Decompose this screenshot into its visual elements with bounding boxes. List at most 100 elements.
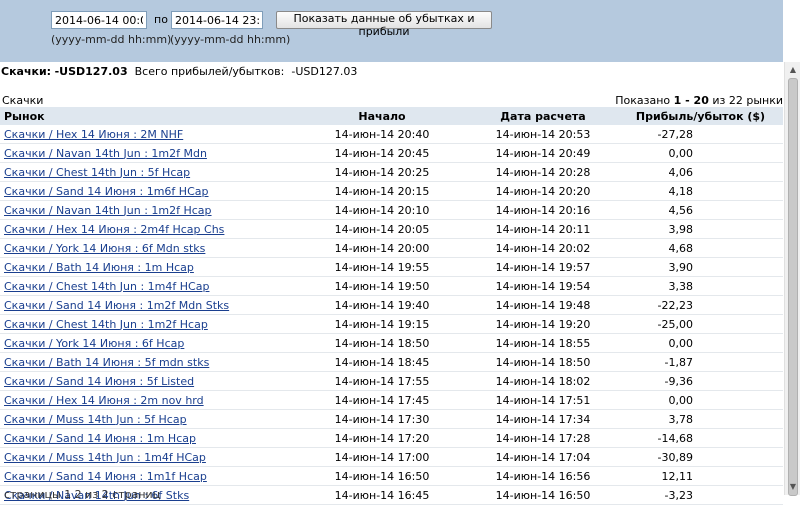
settled-time-cell: 14-июн-14 20:53	[468, 125, 618, 144]
column-header-settled[interactable]: Дата расчета	[468, 107, 618, 125]
start-date-input[interactable]	[51, 11, 147, 29]
table-row: Скачки / Chest 14th Jun : 1m2f Hcap 14-ию…	[0, 314, 783, 334]
market-link[interactable]: Скачки / Bath 14 Июня : 1m Hcap	[4, 261, 194, 274]
market-link[interactable]: Скачки / Navan 14th Jun : 1m2f Mdn	[4, 147, 207, 160]
settled-time-cell: 14-июн-14 19:54	[468, 276, 618, 296]
settled-time-cell: 14-июн-14 17:51	[468, 390, 618, 410]
shown-range: 1 - 20	[673, 94, 709, 107]
start-time-cell: 14-июн-14 20:10	[296, 200, 468, 220]
market-link[interactable]: Скачки / Sand 14 Июня : 1m1f Hcap	[4, 470, 207, 483]
market-cell: Скачки / Hex 14 Июня : 2M NHF	[0, 125, 296, 144]
market-cell: Скачки / Chest 14th Jun : 1m2f Hcap	[0, 314, 296, 334]
shown-count: Показано 1 - 20 из 22 рынки	[615, 94, 783, 107]
profit-loss-cell: -9,36	[618, 371, 783, 391]
profit-loss-cell: -14,68	[618, 428, 783, 448]
profit-loss-cell: 12,11	[618, 466, 783, 486]
market-cell: Скачки / Bath 14 Июня : 5f mdn stks	[0, 352, 296, 372]
start-time-cell: 14-июн-14 16:50	[296, 466, 468, 486]
market-link[interactable]: Скачки / Hex 14 Июня : 2M NHF	[4, 128, 183, 141]
settled-time-cell: 14-июн-14 17:04	[468, 447, 618, 467]
show-profit-loss-button[interactable]: Показать данные об убытках и прибыли	[276, 11, 492, 38]
column-header-profit-loss[interactable]: Прибыль/убыток ($)	[618, 107, 783, 125]
table-row: Скачки / Hex 14 Июня : 2m4f Hcap Chs 14-и…	[0, 219, 783, 239]
scroll-up-arrow-icon[interactable]: ▲	[786, 63, 800, 77]
section-title: Скачки	[2, 94, 44, 107]
market-cell: Скачки / York 14 Июня : 6f Hcap	[0, 333, 296, 353]
market-link[interactable]: Скачки / Sand 14 Июня : 1m6f HCap	[4, 185, 208, 198]
market-link[interactable]: Скачки / Hex 14 Июня : 2m nov hrd	[4, 394, 204, 407]
settled-time-cell: 14-июн-14 18:02	[468, 371, 618, 391]
profit-loss-cell: 4,06	[618, 162, 783, 182]
table-row: Скачки / York 14 Июня : 6f Hcap 14-июн-14…	[0, 333, 783, 353]
profit-loss-cell: 3,90	[618, 257, 783, 277]
market-link[interactable]: Скачки / Muss 14th Jun : 5f Hcap	[4, 413, 187, 426]
settled-time-cell: 14-июн-14 17:34	[468, 409, 618, 429]
column-header-market[interactable]: Рынок	[0, 107, 296, 125]
market-cell: Скачки / Navan 14th Jun : 1m2f Hcap	[0, 200, 296, 220]
scrollbar-thumb[interactable]	[788, 78, 798, 496]
market-cell: Скачки / Sand 14 Июня : 1m2f Mdn Stks	[0, 295, 296, 315]
shown-suffix: из 22 рынки	[712, 94, 783, 107]
vertical-scrollbar[interactable]: ▲ ▼	[784, 62, 800, 496]
settled-time-cell: 14-июн-14 20:11	[468, 219, 618, 239]
market-link[interactable]: Скачки / York 14 Июня : 6f Hcap	[4, 337, 184, 350]
market-link[interactable]: Скачки / Hex 14 Июня : 2m4f Hcap Chs	[4, 223, 224, 236]
table-row: Скачки / Navan 14th Jun : 1m2f Mdn 14-июн…	[0, 143, 783, 163]
profit-loss-cell: 0,00	[618, 390, 783, 410]
profit-loss-cell: 4,68	[618, 238, 783, 258]
market-cell: Скачки / Sand 14 Июня : 1m6f HCap	[0, 181, 296, 201]
market-link[interactable]: Скачки / Navan 14th Jun : 1m2f Hcap	[4, 204, 212, 217]
market-link[interactable]: Скачки / Chest 14th Jun : 1m4f HCap	[4, 280, 209, 293]
settled-time-cell: 14-июн-14 16:50	[468, 485, 618, 505]
start-time-cell: 14-июн-14 19:55	[296, 257, 468, 277]
filter-bar: по Показать данные об убытках и прибыли …	[0, 0, 783, 62]
table-row: Скачки / Sand 14 Июня : 1m Hcap 14-июн-14…	[0, 428, 783, 448]
profit-loss-cell: -3,23	[618, 485, 783, 505]
market-link[interactable]: Скачки / Sand 14 Июня : 1m2f Mdn Stks	[4, 299, 229, 312]
market-link[interactable]: Скачки / York 14 Июня : 6f Mdn stks	[4, 242, 205, 255]
market-cell: Скачки / Hex 14 Июня : 2m4f Hcap Chs	[0, 219, 296, 239]
profit-loss-cell: 0,00	[618, 143, 783, 163]
profit-loss-cell: -25,00	[618, 314, 783, 334]
market-link[interactable]: Скачки / Muss 14th Jun : 1m4f HCap	[4, 451, 206, 464]
settled-time-cell: 14-июн-14 16:56	[468, 466, 618, 486]
profit-loss-cell: -27,28	[618, 125, 783, 144]
profit-loss-cell: -22,23	[618, 295, 783, 315]
market-link[interactable]: Скачки / Sand 14 Июня : 5f Listed	[4, 375, 194, 388]
column-header-start[interactable]: Начало	[296, 107, 468, 125]
start-time-cell: 14-июн-14 20:40	[296, 125, 468, 144]
market-link[interactable]: Скачки / Bath 14 Июня : 5f mdn stks	[4, 356, 209, 369]
profit-loss-cell: 3,98	[618, 219, 783, 239]
end-date-input[interactable]	[171, 11, 263, 29]
market-cell: Скачки / Sand 14 Июня : 5f Listed	[0, 371, 296, 391]
table-row: Скачки / Bath 14 Июня : 5f mdn stks 14-ию…	[0, 352, 783, 372]
table-row: Скачки / Muss 14th Jun : 1m4f HCap 14-июн…	[0, 447, 783, 467]
market-link[interactable]: Скачки / Chest 14th Jun : 5f Hcap	[4, 166, 190, 179]
market-link[interactable]: Скачки / Sand 14 Июня : 1m Hcap	[4, 432, 196, 445]
start-time-cell: 14-июн-14 18:50	[296, 333, 468, 353]
market-cell: Скачки / Hex 14 Июня : 2m nov hrd	[0, 390, 296, 410]
start-date-format-hint: (yyyy-mm-dd hh:mm)	[51, 33, 172, 46]
settled-time-cell: 14-июн-14 17:28	[468, 428, 618, 448]
settled-time-cell: 14-июн-14 20:28	[468, 162, 618, 182]
scroll-down-arrow-icon[interactable]: ▼	[786, 480, 800, 494]
table-row: Скачки / York 14 Июня : 6f Mdn stks 14-ию…	[0, 238, 783, 258]
summary-total-value: -USD127.03	[291, 65, 358, 78]
table-row: Скачки / Navan 14th Jun : 1m2f Hcap 14-ию…	[0, 200, 783, 220]
table-row: Скачки / Chest 14th Jun : 1m4f HCap 14-ию…	[0, 276, 783, 296]
start-time-cell: 14-июн-14 20:45	[296, 143, 468, 163]
table-row: Скачки / Muss 14th Jun : 5f Hcap 14-июн-1…	[0, 409, 783, 429]
table-row: Скачки / Sand 14 Июня : 1m2f Mdn Stks 14-…	[0, 295, 783, 315]
table-row: Скачки / Bath 14 Июня : 1m Hcap 14-июн-14…	[0, 257, 783, 277]
table-row: Скачки / Sand 14 Июня : 1m6f HCap 14-июн-…	[0, 181, 783, 201]
summary-total-label: Всего прибылей/убытков:	[134, 65, 285, 78]
market-link[interactable]: Скачки / Chest 14th Jun : 1m2f Hcap	[4, 318, 208, 331]
settled-time-cell: 14-июн-14 18:50	[468, 352, 618, 372]
settled-time-cell: 14-июн-14 18:55	[468, 333, 618, 353]
start-time-cell: 14-июн-14 17:30	[296, 409, 468, 429]
table-row: Скачки / Chest 14th Jun : 5f Hcap 14-июн-…	[0, 162, 783, 182]
market-cell: Скачки / Muss 14th Jun : 5f Hcap	[0, 409, 296, 429]
table-row: Скачки / Sand 14 Июня : 5f Listed 14-июн-…	[0, 371, 783, 391]
settled-time-cell: 14-июн-14 20:02	[468, 238, 618, 258]
start-time-cell: 14-июн-14 17:55	[296, 371, 468, 391]
